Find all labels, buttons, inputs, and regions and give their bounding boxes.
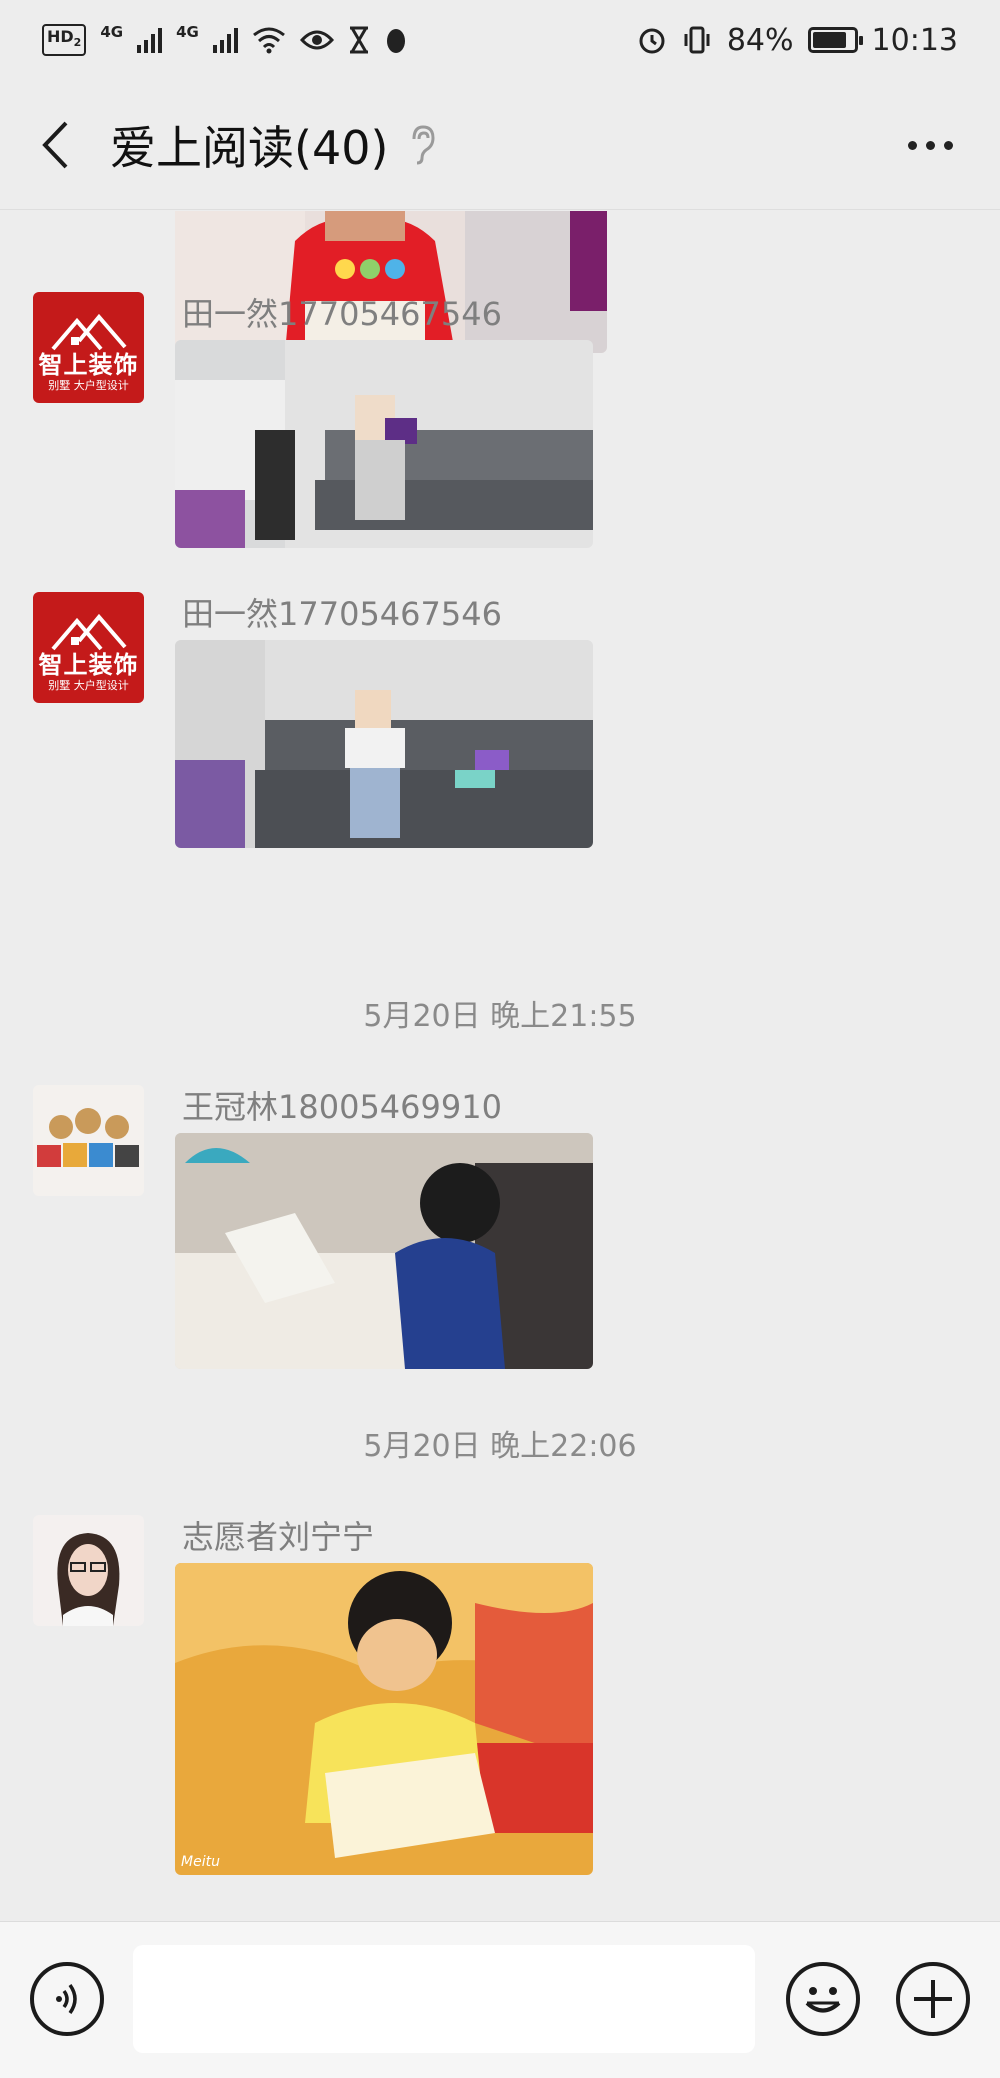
- eye-icon: [299, 30, 334, 50]
- chat-header: 爱上阅读(40): [0, 80, 1000, 210]
- network-type-2: 4G: [176, 23, 199, 41]
- avatar-brand: 智上装饰: [38, 651, 139, 679]
- ear-icon: [412, 124, 435, 164]
- chevron-left-icon: [42, 121, 68, 168]
- avatar[interactable]: [33, 1515, 144, 1626]
- vibrate-icon: [684, 26, 710, 54]
- chat-title: 爱上阅读(40): [110, 120, 389, 175]
- avatar[interactable]: 智上装饰 别墅 大户型设计: [33, 592, 144, 703]
- house-logo-icon: [50, 313, 127, 351]
- battery-percent: 84%: [726, 22, 794, 58]
- avatar[interactable]: [33, 1085, 144, 1196]
- signal-icon: [212, 27, 238, 53]
- qq-penguin-icon: [386, 29, 405, 53]
- back-button[interactable]: [0, 80, 110, 210]
- avatar[interactable]: 智上装饰 别墅 大户型设计: [33, 292, 144, 403]
- emoji-icon: [805, 1987, 841, 2013]
- hd-badge: HD2: [42, 23, 87, 57]
- voice-button[interactable]: [30, 1962, 104, 2036]
- sender-name: 田一然17705467546: [182, 295, 502, 333]
- photo-image: [175, 340, 593, 548]
- avatar-sub: 别墅 大户型设计: [48, 379, 129, 392]
- plus-circle-icon: [914, 1980, 952, 2018]
- message-input[interactable]: [133, 1945, 755, 2053]
- avatar-image: [33, 1515, 144, 1626]
- house-logo-icon: [50, 613, 127, 651]
- status-left: HD2 4G 4G: [42, 23, 408, 57]
- photo-image: [175, 640, 593, 848]
- timestamp: 5月20日 晚上22:06: [363, 1429, 637, 1464]
- hourglass-icon: [349, 26, 368, 54]
- status-right: 84% 10:13: [637, 23, 958, 58]
- photo-message[interactable]: [175, 340, 593, 548]
- chat-messages[interactable]: 智上装饰 别墅 大户型设计 田一然17705467546 智上装饰 别墅 大户型…: [0, 211, 1000, 1921]
- sender-name: 志愿者刘宁宁: [182, 1518, 375, 1556]
- clock-time: 10:13: [871, 22, 958, 58]
- network-type-1: 4G: [100, 23, 124, 41]
- avatar-sub: 别墅 大户型设计: [48, 679, 129, 692]
- battery-fill: [812, 32, 847, 48]
- sender-name: 王冠林18005469910: [182, 1088, 502, 1126]
- hd-sub: 2: [73, 36, 82, 50]
- wifi-icon: [252, 27, 285, 54]
- emoji-button[interactable]: [786, 1962, 860, 2036]
- avatar-image: [33, 1085, 144, 1196]
- alarm-icon: [639, 28, 665, 54]
- more-button[interactable]: [900, 120, 960, 170]
- photo-message[interactable]: [175, 1133, 593, 1369]
- photo-message[interactable]: [175, 640, 593, 848]
- battery-icon: [807, 27, 863, 53]
- photo-message[interactable]: Meitu: [175, 1563, 593, 1875]
- photo-image: Meitu: [175, 1563, 593, 1875]
- chat-input-bar: [0, 1921, 1000, 2078]
- photo-watermark: Meitu: [181, 1854, 220, 1870]
- hd-label: HD: [47, 26, 74, 46]
- status-bar: HD2 4G 4G 84% 10:13: [0, 0, 1000, 80]
- voice-icon: [56, 1983, 77, 2015]
- sender-name: 田一然17705467546: [182, 595, 502, 633]
- plus-button[interactable]: [896, 1962, 970, 2036]
- photo-image: [175, 1133, 593, 1369]
- timestamp: 5月20日 晚上21:55: [363, 999, 637, 1034]
- signal-icon: [137, 27, 163, 53]
- avatar-brand: 智上装饰: [38, 351, 139, 379]
